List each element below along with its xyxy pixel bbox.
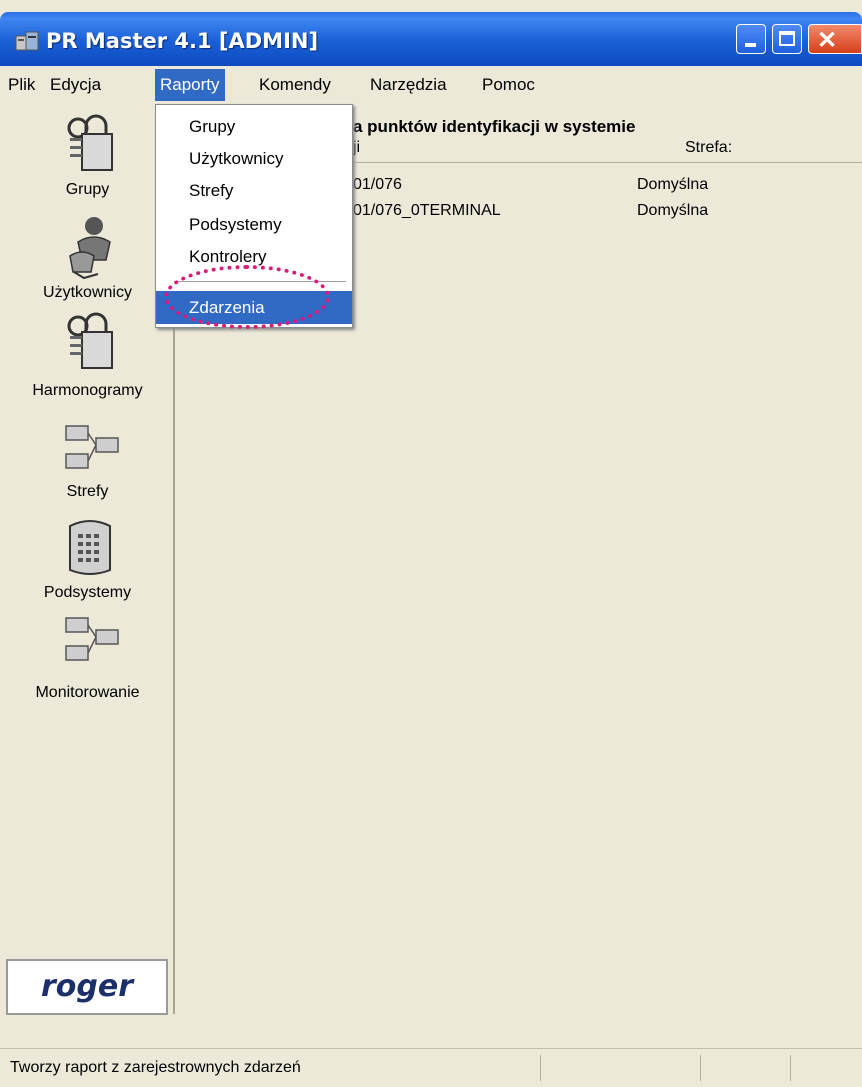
close-icon: ✕ bbox=[817, 27, 838, 54]
status-divider bbox=[790, 1055, 791, 1081]
status-text: Tworzy raport z zarejestrownych zdarzeń bbox=[10, 1059, 301, 1076]
sidebar-item-grupy[interactable]: Grupy bbox=[0, 181, 175, 199]
lock-key-icon bbox=[67, 312, 113, 369]
table-row-zone[interactable]: Domyślna bbox=[637, 176, 708, 194]
report-title: a punktów identyfikacji w systemie bbox=[353, 117, 636, 136]
subsystem-icon bbox=[69, 520, 111, 575]
status-divider bbox=[540, 1055, 541, 1081]
app-window: PR Master 4.1 [ADMIN] ✕ Plik Edycja Rapo… bbox=[0, 0, 862, 1087]
menu-pomoc[interactable]: Pomoc bbox=[482, 75, 535, 95]
dropdown-item-zdarzenia[interactable]: Zdarzenia bbox=[156, 291, 352, 324]
logo-text: roger bbox=[40, 969, 134, 1004]
sidebar-item-strefy[interactable]: Strefy bbox=[0, 483, 175, 501]
column-header-zone[interactable]: Strefa: bbox=[685, 139, 732, 157]
minimize-icon bbox=[745, 43, 756, 47]
dropdown-item-strefy[interactable]: Strefy bbox=[156, 181, 352, 201]
status-bar: Tworzy raport z zarejestrownych zdarzeń bbox=[0, 1048, 862, 1087]
app-icon bbox=[15, 31, 39, 51]
table-row-zone[interactable]: Domyślna bbox=[637, 202, 708, 220]
menu-bar: Plik Edycja Raporty Komendy Narzędzia Po… bbox=[0, 66, 862, 104]
zones-icon bbox=[65, 617, 119, 661]
sidebar-item-podsystemy[interactable]: Podsystemy bbox=[0, 584, 175, 602]
menu-narzedzia[interactable]: Narzędzia bbox=[370, 75, 447, 95]
lock-key-icon bbox=[67, 114, 113, 171]
dropdown-item-podsystemy[interactable]: Podsystemy bbox=[156, 215, 352, 235]
sidebar: Grupy Użytkownicy Harmonogramy Strefy Po… bbox=[0, 104, 175, 1015]
dropdown-separator bbox=[174, 281, 346, 282]
table-row-id[interactable]: 01/076 bbox=[353, 176, 402, 194]
minimize-button[interactable] bbox=[736, 24, 766, 54]
menu-komendy[interactable]: Komendy bbox=[259, 75, 331, 95]
maximize-icon bbox=[779, 31, 795, 46]
roger-logo: roger bbox=[6, 959, 168, 1015]
dropdown-item-kontrolery[interactable]: Kontrolery bbox=[156, 247, 352, 267]
sidebar-item-monitorowanie[interactable]: Monitorowanie bbox=[0, 684, 175, 702]
users-icon bbox=[69, 217, 111, 280]
menu-edycja[interactable]: Edycja bbox=[50, 75, 101, 95]
dropdown-item-grupy[interactable]: Grupy bbox=[156, 117, 352, 137]
sidebar-item-harmonogramy[interactable]: Harmonogramy bbox=[0, 382, 175, 400]
sidebar-item-uzytkownicy[interactable]: Użytkownicy bbox=[0, 284, 175, 302]
menu-plik[interactable]: Plik bbox=[8, 75, 35, 95]
menu-raporty[interactable]: Raporty bbox=[155, 69, 225, 101]
column-header-id[interactable]: ji bbox=[353, 139, 360, 157]
table-row-id[interactable]: 01/076_0TERMINAL bbox=[353, 202, 501, 220]
maximize-button[interactable] bbox=[772, 24, 802, 54]
zones-icon bbox=[65, 425, 119, 469]
status-divider bbox=[700, 1055, 701, 1081]
raporty-dropdown: Grupy Użytkownicy Strefy Podsystemy Kont… bbox=[155, 104, 353, 328]
close-button[interactable]: ✕ bbox=[808, 24, 862, 54]
dropdown-item-uzytkownicy[interactable]: Użytkownicy bbox=[156, 149, 352, 169]
window-title: PR Master 4.1 [ADMIN] bbox=[46, 29, 319, 53]
